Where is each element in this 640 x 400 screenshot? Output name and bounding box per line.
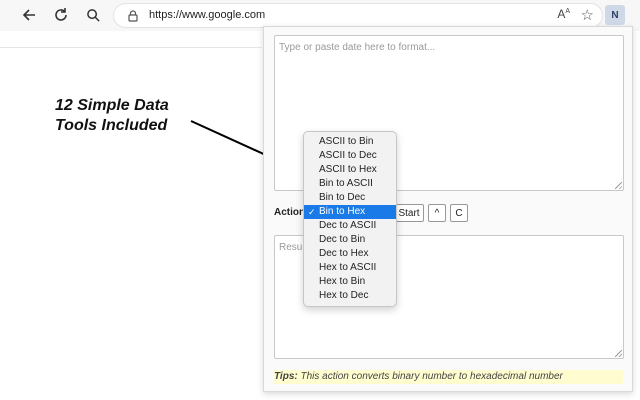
action-dropdown-menu[interactable]: ASCII to Bin ASCII to Dec ASCII to Hex B… [303, 131, 397, 307]
dropdown-option[interactable]: Hex to Dec [304, 289, 396, 303]
start-button[interactable]: Start [394, 204, 424, 222]
checkmark-icon: ✓ [308, 207, 316, 217]
dropdown-option-selected[interactable]: ✓ Bin to Hex [304, 205, 396, 219]
tips-text: This action converts binary number to he… [300, 371, 563, 382]
dropdown-option[interactable]: ASCII to Dec [304, 149, 396, 163]
dropdown-option[interactable]: Bin to ASCII [304, 177, 396, 191]
dropdown-option[interactable]: Bin to Dec [304, 191, 396, 205]
dropdown-option[interactable]: Hex to Bin [304, 275, 396, 289]
dropdown-option[interactable]: Dec to ASCII [304, 219, 396, 233]
tips-label: Tips: [274, 371, 298, 382]
dropdown-option[interactable]: Hex to ASCII [304, 261, 396, 275]
move-up-button[interactable]: ^ [428, 204, 446, 222]
resize-grip-icon[interactable] [615, 350, 622, 357]
dropdown-option[interactable]: ASCII to Hex [304, 163, 396, 177]
dropdown-option[interactable]: ASCII to Bin [304, 135, 396, 149]
action-label: Action [274, 207, 306, 218]
resize-grip-icon[interactable] [615, 182, 622, 189]
input-placeholder: Type or paste date here to format... [279, 42, 436, 53]
tips-bar: Tips: This action converts binary number… [274, 370, 623, 384]
dropdown-option[interactable]: Dec to Bin [304, 233, 396, 247]
clear-button[interactable]: C [450, 204, 468, 222]
dropdown-option[interactable]: Dec to Hex [304, 247, 396, 261]
